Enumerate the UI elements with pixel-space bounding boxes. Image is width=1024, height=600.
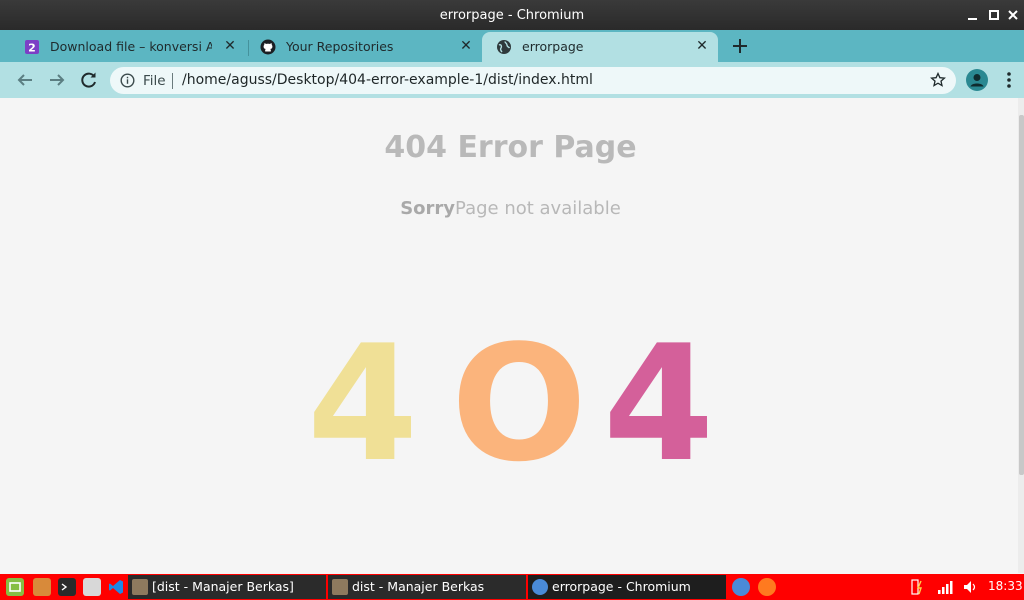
firefox-icon[interactable] xyxy=(758,578,776,596)
close-tab-icon[interactable]: ✕ xyxy=(458,38,474,54)
tab-strip: 2 Download file – konversi Anda t ✕ Your… xyxy=(0,30,1024,62)
close-window-icon[interactable] xyxy=(1004,6,1022,24)
address-bar[interactable]: File /home/aguss/Desktop/404-error-examp… xyxy=(110,67,956,94)
subtitle-rest: Page not available xyxy=(455,198,621,219)
scrollbar-thumb[interactable] xyxy=(1019,115,1024,475)
task-chromium[interactable]: errorpage - Chromium xyxy=(528,575,726,599)
maximize-icon[interactable] xyxy=(985,6,1003,24)
network-signal-icon[interactable] xyxy=(936,578,954,596)
close-tab-icon[interactable]: ✕ xyxy=(694,38,710,54)
folder-icon xyxy=(132,579,148,595)
terminal-icon[interactable] xyxy=(58,578,76,596)
chromium-icon xyxy=(532,579,548,595)
folder-icon xyxy=(332,579,348,595)
vscode-icon[interactable] xyxy=(107,578,125,596)
task-label: dist - Manajer Berkas xyxy=(352,579,485,594)
github-icon xyxy=(260,39,276,55)
scheme-divider xyxy=(172,73,173,89)
svg-text:2: 2 xyxy=(28,42,36,55)
number-2-icon: 2 xyxy=(24,39,40,55)
task-dist-file-manager-1[interactable]: [dist - Manajer Berkas] xyxy=(128,575,326,599)
digit-four-left: 4 xyxy=(307,310,419,497)
digit-four-right: 4 xyxy=(603,310,715,497)
page-heading: 404 Error Page xyxy=(384,130,637,165)
new-tab-button[interactable] xyxy=(728,34,752,58)
chromium-launcher-icon[interactable] xyxy=(732,578,750,596)
page-viewport: 404 Error Page SorryPage not available 4… xyxy=(3,98,1018,573)
mint-menu-icon[interactable] xyxy=(6,578,24,596)
profile-avatar-icon[interactable] xyxy=(966,69,988,91)
task-label: [dist - Manajer Berkas] xyxy=(152,579,294,594)
minimize-icon[interactable] xyxy=(964,6,982,24)
forward-arrow-icon[interactable] xyxy=(45,68,69,92)
menu-kebab-icon[interactable] xyxy=(1004,70,1014,90)
volume-icon[interactable] xyxy=(961,578,979,596)
bookmark-star-icon[interactable] xyxy=(930,71,946,88)
globe-icon xyxy=(496,39,512,55)
subtitle-bold: Sorry xyxy=(400,198,456,219)
reload-icon[interactable] xyxy=(77,68,101,92)
window-title: errorpage - Chromium xyxy=(439,8,585,23)
browser-toolbar: File /home/aguss/Desktop/404-error-examp… xyxy=(0,62,1024,98)
url-scheme-label: File xyxy=(143,73,166,89)
system-clock[interactable]: 18:33 xyxy=(988,579,1023,593)
tab-errorpage[interactable]: errorpage ✕ xyxy=(482,32,718,62)
tab-download-file[interactable]: 2 Download file – konversi Anda t ✕ xyxy=(10,32,246,62)
show-desktop-icon[interactable] xyxy=(33,578,51,596)
tab-label: errorpage xyxy=(522,39,584,54)
page-subtitle: SorryPage not available xyxy=(3,198,1018,219)
task-dist-file-manager-2[interactable]: dist - Manajer Berkas xyxy=(328,575,526,599)
back-arrow-icon[interactable] xyxy=(13,68,37,92)
taskbar: [dist - Manajer Berkas] dist - Manajer B… xyxy=(0,574,1024,600)
tab-label: Your Repositories xyxy=(286,39,394,54)
digit-zero: O xyxy=(451,310,588,497)
tab-label: Download file – konversi Anda t xyxy=(50,39,212,54)
battery-icon[interactable] xyxy=(910,578,926,596)
window-titlebar: errorpage - Chromium xyxy=(0,0,1024,30)
task-label: errorpage - Chromium xyxy=(552,579,691,594)
close-tab-icon[interactable]: ✕ xyxy=(222,38,238,54)
url-text[interactable]: /home/aguss/Desktop/404-error-example-1/… xyxy=(182,72,593,88)
info-icon[interactable] xyxy=(120,73,135,88)
tab-your-repositories[interactable]: Your Repositories ✕ xyxy=(246,32,482,62)
text-editor-icon[interactable] xyxy=(83,578,101,596)
